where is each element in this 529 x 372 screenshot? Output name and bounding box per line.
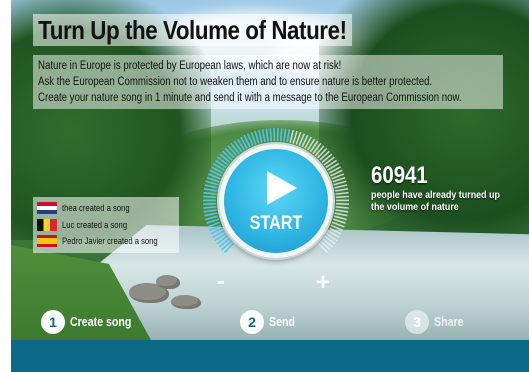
volume-up-button[interactable]: + [316,271,330,295]
list-item: thea created a song [37,200,175,217]
belgium-flag-icon [37,218,57,231]
list-item: Pedro Javier created a song [37,233,175,250]
step-number: 1 [41,310,65,334]
participant-count: 60941 [371,162,428,189]
recent-creator-label: Pedro Javier created a song [62,236,158,247]
participant-count-label: people have already turned up the volume… [371,189,500,213]
intro-line: Create your nature song in 1 minute and … [38,92,462,104]
step-create-song[interactable]: 1 Create song [41,310,142,334]
step-label: Create song [70,315,132,329]
recent-creators-list: thea created a song Luc created a song P… [33,197,179,253]
recent-creator-label: Luc created a song [62,219,128,230]
step-share[interactable]: 3 Share [405,310,469,334]
spain-flag-icon [37,235,57,248]
start-button-label: START [249,213,303,234]
intro-line: Ask the European Commission not to weake… [38,76,433,88]
play-icon [267,171,297,205]
intro-text: Nature in Europe is protected by Europea… [33,55,503,109]
volume-down-button[interactable]: - [217,270,225,294]
page-title: Turn Up the Volume of Nature! [33,14,352,46]
list-item: Luc created a song [37,217,175,234]
step-send[interactable]: 2 Send [240,310,300,334]
start-button[interactable]: START [219,144,333,258]
campaign-widget: Turn Up the Volume of Nature! Nature in … [11,0,529,372]
step-label: Send [269,315,295,329]
participant-counter: 60941 people have already turned up the … [371,162,529,214]
step-number: 2 [240,310,264,334]
intro-line: Nature in Europe is protected by Europea… [38,60,342,72]
netherlands-flag-icon [37,202,57,215]
recent-creator-label: thea created a song [62,203,130,214]
step-label: Share [434,315,464,329]
step-number: 3 [405,310,429,334]
